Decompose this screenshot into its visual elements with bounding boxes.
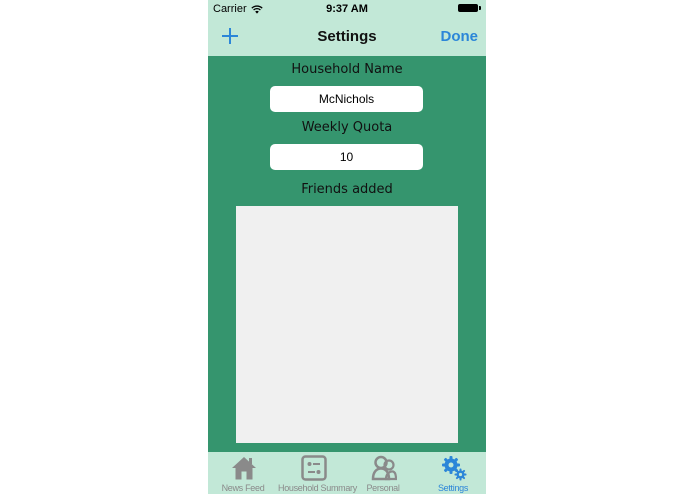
summary-icon [301, 455, 327, 481]
tab-personal[interactable]: Personal [348, 452, 418, 494]
tab-label-settings: Settings [437, 483, 469, 493]
house-icon [232, 457, 256, 480]
tab-label-news-feed: News Feed [221, 483, 265, 493]
battery-icon [458, 4, 481, 12]
done-button[interactable]: Done [441, 28, 479, 45]
phone-screen: Carrier 9:37 AM Settings Done Household … [208, 0, 486, 494]
top-bar: Carrier 9:37 AM Settings Done [208, 0, 486, 56]
weekly-quota-label: Weekly Quota [301, 120, 393, 135]
tab-news-feed[interactable]: News Feed [208, 452, 278, 494]
household-name-field[interactable] [270, 86, 423, 112]
household-name-label: Household Name [291, 62, 403, 77]
status-time: 9:37 AM [326, 3, 368, 15]
friends-list[interactable] [236, 206, 458, 443]
tab-household-summary[interactable]: Household Summary [278, 452, 357, 494]
status-bar: Carrier 9:37 AM [208, 0, 486, 18]
tab-bar: News Feed Household Summary Personal Set… [208, 452, 486, 494]
tab-label-personal: Personal [366, 483, 400, 493]
tab-settings[interactable]: Settings [418, 452, 486, 494]
navigation-bar: Settings Done [208, 18, 486, 56]
gears-icon [442, 456, 467, 481]
people-icon [371, 455, 397, 481]
tab-label-household-summary: Household Summary [278, 483, 357, 493]
weekly-quota-field[interactable] [270, 144, 423, 170]
friends-added-label: Friends added [301, 182, 393, 197]
